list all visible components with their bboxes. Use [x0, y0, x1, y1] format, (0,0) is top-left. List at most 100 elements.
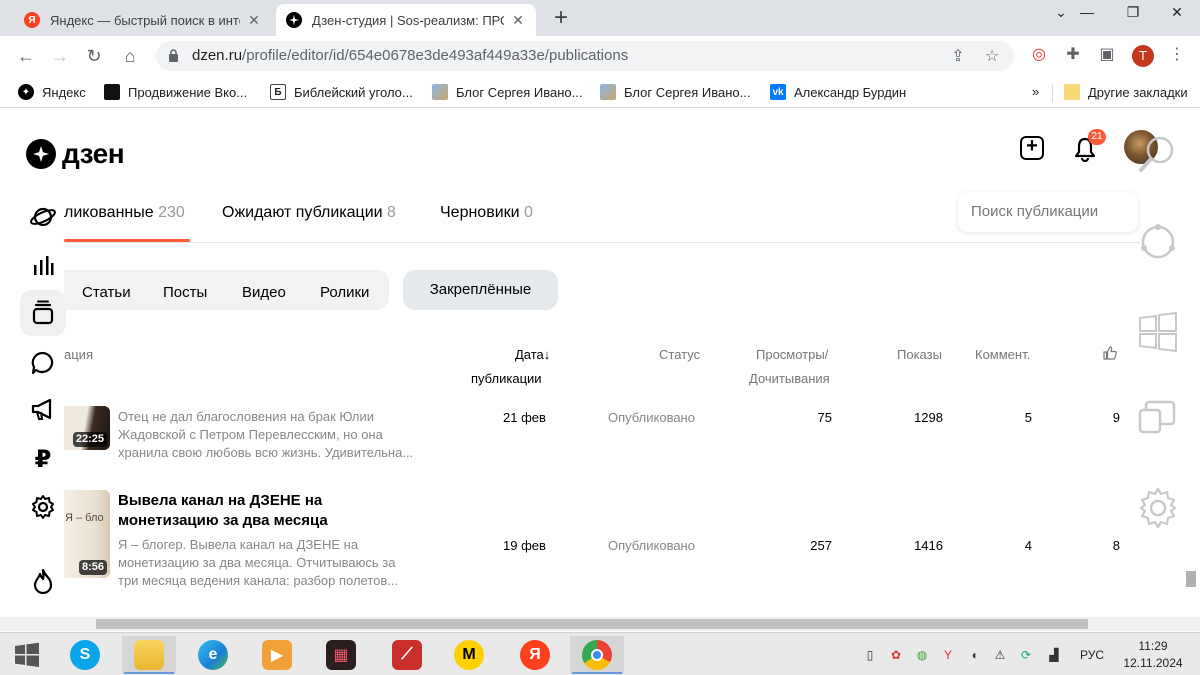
new-tab-button[interactable]: + [548, 6, 574, 32]
taskbar-yandex-browser[interactable]: Я [508, 636, 562, 674]
sidebar-item-comments[interactable] [28, 348, 58, 378]
bookmark-yandex[interactable]: ✦ Яндекс [18, 84, 86, 100]
menu-icon[interactable]: ⋮ [1166, 44, 1188, 66]
extension-target-icon[interactable]: ◎ [1028, 44, 1050, 66]
column-views: Просмотры/ [756, 347, 829, 362]
publication-search-input[interactable]: Поиск публикации [958, 192, 1138, 232]
taskbar-clock[interactable]: 11:29 12.11.2024 [1118, 638, 1188, 672]
create-publication-button[interactable]: + [1020, 136, 1044, 160]
minimize-button[interactable]: — [1064, 0, 1110, 28]
tray-sync-icon[interactable]: ⟳ [1018, 647, 1034, 663]
image-icon [600, 84, 616, 100]
tab-count: 8 [387, 204, 396, 221]
tab-dzen-studio[interactable]: Дзен-студия | Sos-реализм: ПРО ✕ [276, 4, 536, 36]
tray-yandex-icon[interactable]: Y [940, 647, 956, 663]
column-date[interactable]: Дата↓ [515, 347, 550, 362]
bookmark-bible[interactable]: Б Библейский уголо... [270, 84, 413, 100]
taskbar-chrome[interactable] [570, 636, 624, 674]
filter-shorts[interactable]: Ролики [320, 284, 369, 301]
home-button[interactable]: ⌂ [118, 44, 142, 68]
magnifier-overlay-icon[interactable] [1136, 132, 1180, 176]
tray-volume-icon[interactable]: ◖ [966, 647, 982, 663]
reload-button[interactable]: ↻ [82, 44, 106, 68]
close-icon[interactable]: ✕ [510, 12, 526, 29]
forward-button[interactable]: → [48, 44, 72, 68]
bookmark-vk-promo[interactable]: Продвижение Вко... [104, 84, 247, 100]
taskbar-media-player[interactable]: ▶ [250, 636, 304, 674]
column-date-label: Дата [515, 347, 544, 362]
sidebar-item-settings[interactable] [28, 492, 58, 522]
devices-overlay-icon[interactable] [1136, 396, 1180, 440]
video-thumbnail[interactable]: Я – бло 8:56 [64, 490, 110, 578]
horizontal-scrollbar-thumb[interactable] [96, 619, 1088, 629]
side-panel-icon[interactable]: ▣ [1096, 44, 1118, 66]
publication-description: Я – блогер. Вывела канал на ДЗЕНЕ на мон… [118, 537, 399, 588]
filter-videos[interactable]: Видео [242, 284, 286, 301]
book-icon: Б [270, 84, 286, 100]
taskbar-paint-app[interactable]: ⟋ [380, 636, 434, 674]
tab-yandex[interactable]: Я Яндекс — быстрый поиск в интернете ✕ [14, 4, 272, 36]
start-button[interactable] [0, 636, 54, 674]
tab-pending[interactable]: Ожидают публикации 8 [222, 204, 396, 222]
url-host: dzen.ru [192, 47, 243, 64]
chrome-icon [582, 640, 612, 670]
column-publication: ация [64, 347, 93, 362]
share-icon[interactable]: ⇪ [948, 47, 968, 67]
sidebar-item-planet[interactable] [28, 202, 58, 232]
filter-articles[interactable]: Статьи [82, 284, 131, 301]
close-window-button[interactable]: ✕ [1154, 0, 1200, 28]
star-icon[interactable]: ☆ [982, 47, 1002, 67]
bookmarks-more-chevron[interactable]: » [1032, 84, 1039, 99]
publication-date: 19 фев [503, 538, 546, 553]
clock-time: 11:29 [1138, 639, 1168, 653]
bookmarks-bar: ✦ Яндекс Продвижение Вко... Б Библейский… [0, 76, 1200, 108]
tray-red-app-icon[interactable]: ✿ [888, 647, 904, 663]
vertical-scrollbar-thumb[interactable] [1186, 571, 1196, 587]
sidebar-item-promotion[interactable] [28, 394, 58, 424]
filter-pinned[interactable]: Закреплённые [403, 270, 558, 310]
gear-overlay-icon[interactable] [1136, 486, 1180, 530]
taskbar-skype[interactable]: S [58, 636, 112, 674]
tray-network-green-icon[interactable]: ◍ [914, 647, 930, 663]
dzen-logo-icon [26, 139, 56, 169]
publication-date: 21 фев [503, 410, 546, 425]
bookmark-burdin[interactable]: vk Александр Бурдин [770, 84, 906, 100]
taskbar-video-editor[interactable]: ▦ [314, 636, 368, 674]
profile-avatar[interactable]: Т [1132, 45, 1154, 67]
restore-button[interactable]: ❐ [1110, 0, 1156, 28]
tab-drafts[interactable]: Черновики 0 [440, 204, 533, 222]
tab-label: ликованные [64, 204, 154, 221]
tray-device-icon[interactable]: ▯ [862, 647, 878, 663]
dzen-logo[interactable]: дзен [26, 138, 125, 170]
dzen-icon [286, 12, 302, 28]
address-bar[interactable]: dzen.ru/profile/editor/id/654e0678e3de49… [156, 41, 1014, 71]
network-overlay-icon[interactable] [1136, 220, 1180, 264]
close-icon[interactable]: ✕ [246, 12, 262, 29]
bookmark-blog-1[interactable]: Блог Сергея Ивано... [432, 84, 582, 100]
taskbar-yandex-market[interactable]: M [442, 636, 496, 674]
other-bookmarks[interactable]: Другие закладки [1064, 84, 1188, 100]
sort-arrow-icon: ↓ [543, 347, 551, 362]
taskbar-explorer[interactable] [122, 636, 176, 674]
back-button[interactable]: ← [14, 44, 38, 68]
sidebar-item-publications[interactable] [28, 298, 58, 328]
tray-alert-icon[interactable]: ⚠ [992, 647, 1008, 663]
folder-icon [134, 640, 164, 670]
tray-signal-icon[interactable]: ▟ [1046, 647, 1062, 663]
filter-posts[interactable]: Посты [163, 284, 207, 301]
bar-chart-icon [34, 256, 54, 275]
video-thumbnail[interactable]: 22:25 [64, 406, 110, 450]
windows-logo-icon [15, 642, 39, 667]
publication-title[interactable]: Вывела канал на ДЗЕНЕ на монетизацию за … [118, 491, 358, 531]
taskbar-edge[interactable]: e [186, 636, 240, 674]
chart-app-icon: ⟋ [392, 640, 422, 670]
tab-published[interactable]: ликованные 230 [64, 204, 185, 222]
bookmark-blog-2[interactable]: Блог Сергея Ивано... [600, 84, 750, 100]
sidebar-item-statistics[interactable] [28, 250, 58, 280]
sidebar-item-trending[interactable] [28, 566, 58, 596]
input-language[interactable]: РУС [1080, 648, 1104, 662]
windows-overlay-icon[interactable] [1136, 310, 1180, 354]
column-status: Статус [659, 347, 701, 362]
sidebar-item-monetization[interactable]: ₽ [28, 444, 58, 474]
extensions-puzzle-icon[interactable]: ✚ [1062, 44, 1084, 66]
